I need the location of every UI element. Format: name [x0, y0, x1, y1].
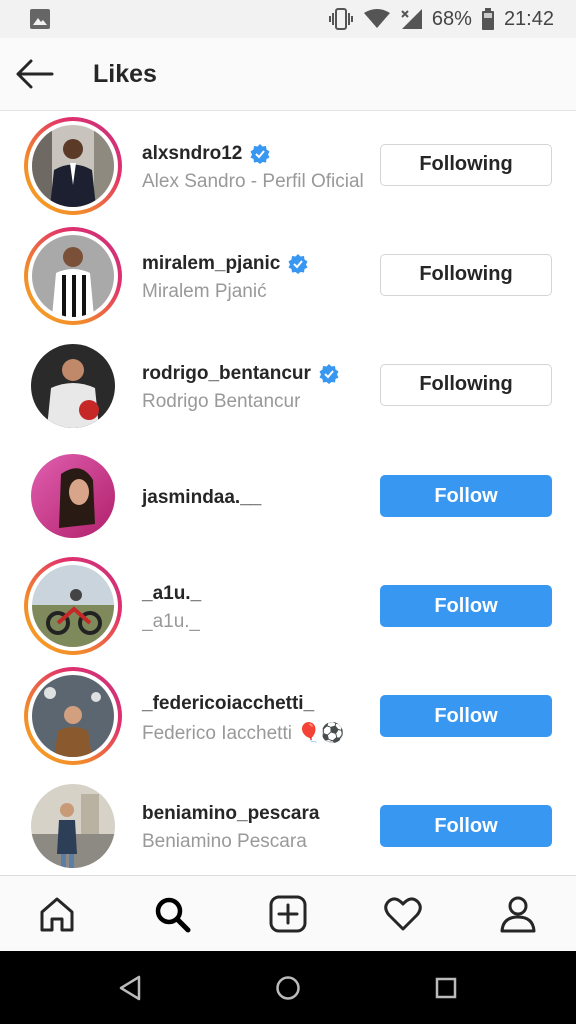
- list-item[interactable]: jasmindaa.__ Follow: [0, 441, 576, 551]
- username[interactable]: jasmindaa.__: [142, 487, 261, 509]
- add-post-icon[interactable]: [268, 894, 308, 934]
- username[interactable]: alxsndro12: [142, 143, 270, 165]
- full-name: _a1u._: [142, 611, 201, 632]
- verified-badge-icon: [319, 364, 339, 384]
- cell-signal-icon: [400, 9, 422, 29]
- list-item[interactable]: _federicoiacchetti_ Federico Iacchetti 🎈…: [0, 661, 576, 771]
- back-arrow-icon[interactable]: [14, 56, 60, 94]
- list-item[interactable]: rodrigo_bentancur Rodrigo Bentancur Foll…: [0, 331, 576, 441]
- list-item[interactable]: miralem_pjanic Miralem Pjanić Following: [0, 221, 576, 331]
- heart-icon[interactable]: [383, 894, 423, 934]
- username[interactable]: beniamino_pescara: [142, 803, 319, 825]
- following-button[interactable]: Following: [380, 254, 552, 296]
- avatar[interactable]: [24, 227, 122, 325]
- username[interactable]: rodrigo_bentancur: [142, 363, 339, 385]
- page-title: Likes: [93, 60, 157, 88]
- vibrate-icon: [328, 8, 354, 30]
- list-item[interactable]: beniamino_pescara Beniamino Pescara Foll…: [0, 771, 576, 875]
- follow-button[interactable]: Follow: [380, 695, 552, 737]
- following-button[interactable]: Following: [380, 144, 552, 186]
- username[interactable]: _a1u._: [142, 583, 201, 605]
- battery-icon: [481, 8, 494, 30]
- list-item[interactable]: _a1u._ _a1u._ Follow: [0, 551, 576, 661]
- wifi-icon: [363, 9, 390, 29]
- back-triangle-icon[interactable]: [117, 975, 143, 1001]
- avatar[interactable]: [24, 557, 122, 655]
- avatar[interactable]: [24, 777, 122, 875]
- header: Likes: [0, 38, 576, 111]
- avatar[interactable]: [24, 117, 122, 215]
- recents-square-icon[interactable]: [433, 975, 459, 1001]
- username[interactable]: _federicoiacchetti_: [142, 693, 314, 715]
- full-name: Alex Sandro - Perfil Oficial: [142, 171, 364, 192]
- verified-badge-icon: [288, 254, 308, 274]
- home-icon[interactable]: [37, 894, 77, 934]
- full-name: Beniamino Pescara: [142, 831, 307, 852]
- username[interactable]: miralem_pjanic: [142, 253, 308, 275]
- list-item[interactable]: alxsndro12 Alex Sandro - Perfil Oficial …: [0, 111, 576, 221]
- follow-button[interactable]: Follow: [380, 805, 552, 847]
- bottom-nav: [0, 875, 576, 952]
- avatar[interactable]: [24, 447, 122, 545]
- avatar[interactable]: [24, 337, 122, 435]
- clock: 21:42: [503, 7, 554, 30]
- home-circle-icon[interactable]: [275, 975, 301, 1001]
- likes-list[interactable]: alxsndro12 Alex Sandro - Perfil Oficial …: [0, 111, 576, 875]
- gallery-notification-icon: [30, 9, 50, 34]
- follow-button[interactable]: Follow: [380, 475, 552, 517]
- profile-icon[interactable]: [498, 894, 538, 934]
- verified-badge-icon: [250, 144, 270, 164]
- battery-percent: 68%: [431, 7, 472, 30]
- search-icon[interactable]: [152, 894, 192, 934]
- full-name: Federico Iacchetti 🎈⚽: [142, 723, 345, 744]
- follow-button[interactable]: Follow: [380, 585, 552, 627]
- system-nav-bar: [0, 951, 576, 1024]
- status-bar: 68% 21:42: [0, 0, 576, 38]
- full-name: Rodrigo Bentancur: [142, 391, 301, 412]
- following-button[interactable]: Following: [380, 364, 552, 406]
- full-name: Miralem Pjanić: [142, 281, 267, 302]
- avatar[interactable]: [24, 667, 122, 765]
